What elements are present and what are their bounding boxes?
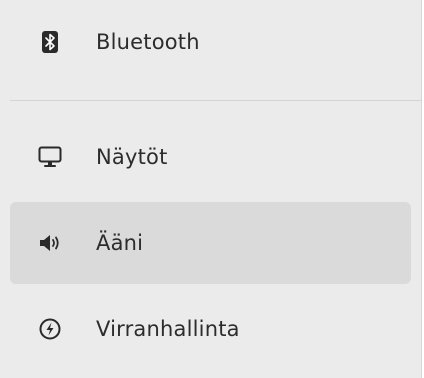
sidebar-separator: [10, 100, 421, 101]
settings-sidebar: Bluetooth Näytöt Ääni Virranhallinta: [0, 0, 422, 378]
sidebar-item-label: Bluetooth: [96, 30, 200, 54]
sidebar-item-label: Virranhallinta: [96, 317, 240, 341]
sidebar-item-displays[interactable]: Näytöt: [10, 116, 411, 198]
speaker-icon: [38, 231, 62, 255]
sidebar-item-label: Näytöt: [96, 145, 168, 169]
display-icon: [38, 145, 62, 169]
sidebar-item-sound[interactable]: Ääni: [10, 202, 411, 284]
bluetooth-icon: [38, 30, 62, 54]
sidebar-item-power[interactable]: Virranhallinta: [10, 288, 411, 370]
power-icon: [38, 317, 62, 341]
sidebar-item-label: Ääni: [96, 231, 144, 255]
sidebar-item-bluetooth[interactable]: Bluetooth: [10, 1, 411, 83]
